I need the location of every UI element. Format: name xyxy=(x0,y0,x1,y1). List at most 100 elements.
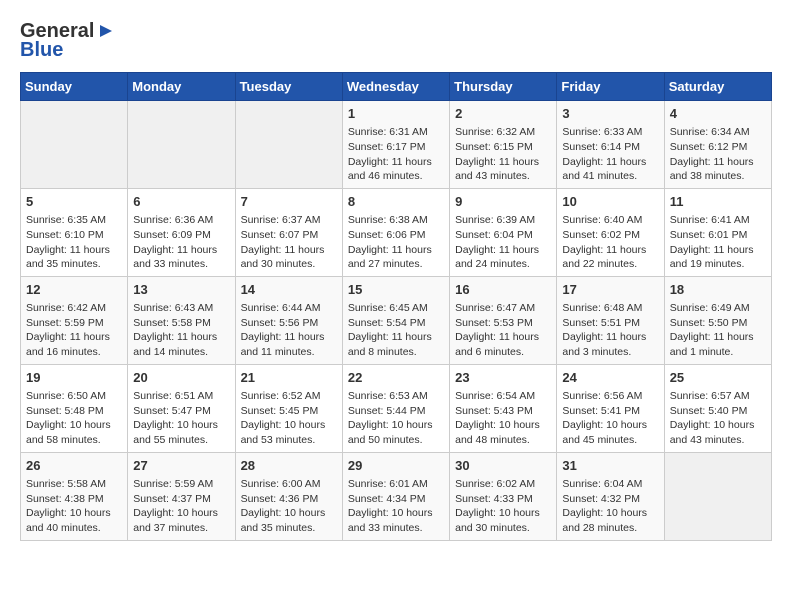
calendar-cell: 31Sunrise: 6:04 AM Sunset: 4:32 PM Dayli… xyxy=(557,452,664,540)
calendar-cell: 2 Sunrise: 6:32 AM Sunset: 6:15 PM Daylig… xyxy=(450,101,557,189)
calendar-cell: 23 Sunrise: 6:54 AM Sunset: 5:43 PM Dayli… xyxy=(450,364,557,452)
calendar-cell: 17 Sunrise: 6:48 AM Sunset: 5:51 PM Dayli… xyxy=(557,276,664,364)
calendar-cell: 26 Sunrise: 5:58 AM Sunset: 4:38 PM Dayli… xyxy=(21,452,128,540)
calendar-cell: 4 Sunrise: 6:34 AM Sunset: 6:12 PM Daylig… xyxy=(664,101,771,189)
day-number: 18 xyxy=(670,281,766,299)
calendar-cell: 1 Sunrise: 6:31 AM Sunset: 6:17 PM Daylig… xyxy=(342,101,449,189)
day-number: 22 xyxy=(348,369,444,387)
day-number: 27 xyxy=(133,457,229,475)
calendar-cell: 3 Sunrise: 6:33 AM Sunset: 6:14 PM Daylig… xyxy=(557,101,664,189)
day-info: Sunrise: 6:42 AM Sunset: 5:59 PM Dayligh… xyxy=(26,301,122,360)
calendar-cell: 7Sunrise: 6:37 AM Sunset: 6:07 PM Daylig… xyxy=(235,188,342,276)
calendar-cell: 11 Sunrise: 6:41 AM Sunset: 6:01 PM Dayli… xyxy=(664,188,771,276)
day-info: Sunrise: 6:01 AM Sunset: 4:34 PM Dayligh… xyxy=(348,477,444,536)
day-info: Sunrise: 6:34 AM Sunset: 6:12 PM Dayligh… xyxy=(670,125,766,184)
day-info: Sunrise: 6:52 AM Sunset: 5:45 PM Dayligh… xyxy=(241,389,337,448)
day-number: 6 xyxy=(133,193,229,211)
calendar-cell: 22 Sunrise: 6:53 AM Sunset: 5:44 PM Dayli… xyxy=(342,364,449,452)
day-info: Sunrise: 6:54 AM Sunset: 5:43 PM Dayligh… xyxy=(455,389,551,448)
logo-blue-text: Blue xyxy=(20,39,63,62)
weekday-header-saturday: Saturday xyxy=(664,73,771,101)
day-info: Sunrise: 6:37 AM Sunset: 6:07 PM Dayligh… xyxy=(241,213,337,272)
calendar-cell: 18 Sunrise: 6:49 AM Sunset: 5:50 PM Dayli… xyxy=(664,276,771,364)
calendar-cell xyxy=(235,101,342,189)
day-number: 29 xyxy=(348,457,444,475)
day-number: 17 xyxy=(562,281,658,299)
weekday-header-row: SundayMondayTuesdayWednesdayThursdayFrid… xyxy=(21,73,772,101)
day-info: Sunrise: 6:47 AM Sunset: 5:53 PM Dayligh… xyxy=(455,301,551,360)
day-number: 23 xyxy=(455,369,551,387)
day-info: Sunrise: 6:51 AM Sunset: 5:47 PM Dayligh… xyxy=(133,389,229,448)
calendar-cell: 21 Sunrise: 6:52 AM Sunset: 5:45 PM Dayli… xyxy=(235,364,342,452)
day-number: 20 xyxy=(133,369,229,387)
day-number: 12 xyxy=(26,281,122,299)
calendar-cell: 10 Sunrise: 6:40 AM Sunset: 6:02 PM Dayli… xyxy=(557,188,664,276)
calendar-cell xyxy=(664,452,771,540)
day-info: Sunrise: 6:32 AM Sunset: 6:15 PM Dayligh… xyxy=(455,125,551,184)
day-info: Sunrise: 6:40 AM Sunset: 6:02 PM Dayligh… xyxy=(562,213,658,272)
day-info: Sunrise: 6:49 AM Sunset: 5:50 PM Dayligh… xyxy=(670,301,766,360)
day-number: 11 xyxy=(670,193,766,211)
calendar-cell: 14 Sunrise: 6:44 AM Sunset: 5:56 PM Dayli… xyxy=(235,276,342,364)
header: General Blue xyxy=(20,20,772,62)
calendar-cell: 16 Sunrise: 6:47 AM Sunset: 5:53 PM Dayli… xyxy=(450,276,557,364)
calendar-cell: 30 Sunrise: 6:02 AM Sunset: 4:33 PM Dayli… xyxy=(450,452,557,540)
day-info: Sunrise: 6:02 AM Sunset: 4:33 PM Dayligh… xyxy=(455,477,551,536)
day-info: Sunrise: 6:31 AM Sunset: 6:17 PM Dayligh… xyxy=(348,125,444,184)
day-info: Sunrise: 6:36 AM Sunset: 6:09 PM Dayligh… xyxy=(133,213,229,272)
day-number: 14 xyxy=(241,281,337,299)
calendar-cell: 29 Sunrise: 6:01 AM Sunset: 4:34 PM Dayli… xyxy=(342,452,449,540)
calendar-cell: 12 Sunrise: 6:42 AM Sunset: 5:59 PM Dayli… xyxy=(21,276,128,364)
calendar-week-4: 19 Sunrise: 6:50 AM Sunset: 5:48 PM Dayli… xyxy=(21,364,772,452)
calendar-week-5: 26 Sunrise: 5:58 AM Sunset: 4:38 PM Dayli… xyxy=(21,452,772,540)
day-info: Sunrise: 6:38 AM Sunset: 6:06 PM Dayligh… xyxy=(348,213,444,272)
day-info: Sunrise: 5:59 AM Sunset: 4:37 PM Dayligh… xyxy=(133,477,229,536)
day-number: 4 xyxy=(670,105,766,123)
day-info: Sunrise: 6:53 AM Sunset: 5:44 PM Dayligh… xyxy=(348,389,444,448)
day-number: 1 xyxy=(348,105,444,123)
day-number: 19 xyxy=(26,369,122,387)
day-number: 25 xyxy=(670,369,766,387)
day-number: 2 xyxy=(455,105,551,123)
weekday-header-friday: Friday xyxy=(557,73,664,101)
day-number: 9 xyxy=(455,193,551,211)
day-number: 3 xyxy=(562,105,658,123)
day-info: Sunrise: 6:57 AM Sunset: 5:40 PM Dayligh… xyxy=(670,389,766,448)
calendar-week-1: 1 Sunrise: 6:31 AM Sunset: 6:17 PM Daylig… xyxy=(21,101,772,189)
calendar-week-3: 12 Sunrise: 6:42 AM Sunset: 5:59 PM Dayli… xyxy=(21,276,772,364)
day-info: Sunrise: 5:58 AM Sunset: 4:38 PM Dayligh… xyxy=(26,477,122,536)
day-number: 5 xyxy=(26,193,122,211)
calendar-cell: 27 Sunrise: 5:59 AM Sunset: 4:37 PM Dayli… xyxy=(128,452,235,540)
day-number: 26 xyxy=(26,457,122,475)
calendar-cell: 20 Sunrise: 6:51 AM Sunset: 5:47 PM Dayli… xyxy=(128,364,235,452)
calendar-cell xyxy=(21,101,128,189)
calendar-cell: 25 Sunrise: 6:57 AM Sunset: 5:40 PM Dayli… xyxy=(664,364,771,452)
calendar-week-2: 5 Sunrise: 6:35 AM Sunset: 6:10 PM Daylig… xyxy=(21,188,772,276)
day-info: Sunrise: 6:56 AM Sunset: 5:41 PM Dayligh… xyxy=(562,389,658,448)
calendar-table: SundayMondayTuesdayWednesdayThursdayFrid… xyxy=(20,72,772,541)
calendar-cell: 24 Sunrise: 6:56 AM Sunset: 5:41 PM Dayli… xyxy=(557,364,664,452)
day-number: 28 xyxy=(241,457,337,475)
day-info: Sunrise: 6:43 AM Sunset: 5:58 PM Dayligh… xyxy=(133,301,229,360)
weekday-header-wednesday: Wednesday xyxy=(342,73,449,101)
day-info: Sunrise: 6:48 AM Sunset: 5:51 PM Dayligh… xyxy=(562,301,658,360)
day-info: Sunrise: 6:45 AM Sunset: 5:54 PM Dayligh… xyxy=(348,301,444,360)
day-info: Sunrise: 6:33 AM Sunset: 6:14 PM Dayligh… xyxy=(562,125,658,184)
calendar-cell: 8Sunrise: 6:38 AM Sunset: 6:06 PM Daylig… xyxy=(342,188,449,276)
weekday-header-tuesday: Tuesday xyxy=(235,73,342,101)
logo-flag-icon xyxy=(96,23,114,41)
day-info: Sunrise: 6:39 AM Sunset: 6:04 PM Dayligh… xyxy=(455,213,551,272)
day-number: 21 xyxy=(241,369,337,387)
calendar-cell xyxy=(128,101,235,189)
weekday-header-monday: Monday xyxy=(128,73,235,101)
day-info: Sunrise: 6:35 AM Sunset: 6:10 PM Dayligh… xyxy=(26,213,122,272)
day-info: Sunrise: 6:44 AM Sunset: 5:56 PM Dayligh… xyxy=(241,301,337,360)
day-info: Sunrise: 6:41 AM Sunset: 6:01 PM Dayligh… xyxy=(670,213,766,272)
day-number: 30 xyxy=(455,457,551,475)
day-number: 24 xyxy=(562,369,658,387)
day-number: 10 xyxy=(562,193,658,211)
day-number: 16 xyxy=(455,281,551,299)
day-info: Sunrise: 6:50 AM Sunset: 5:48 PM Dayligh… xyxy=(26,389,122,448)
calendar-cell: 13Sunrise: 6:43 AM Sunset: 5:58 PM Dayli… xyxy=(128,276,235,364)
day-number: 15 xyxy=(348,281,444,299)
